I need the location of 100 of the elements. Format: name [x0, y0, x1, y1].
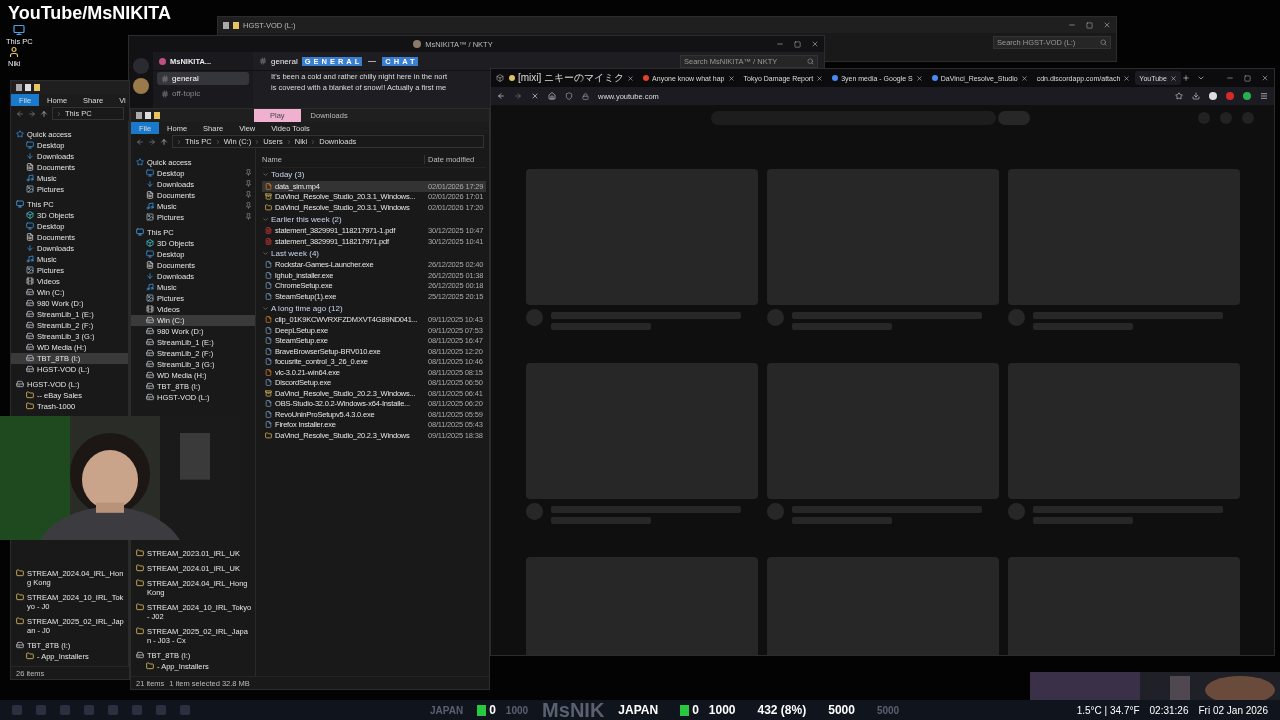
folder-icon [136, 579, 144, 587]
drive-icon [146, 371, 154, 379]
music-note-icon [146, 202, 154, 210]
monitor-icon [13, 24, 26, 36]
back-icon[interactable] [136, 137, 144, 146]
back-icon[interactable] [497, 92, 505, 100]
browser-tab[interactable]: [mixi] ニキーのマイミク [505, 71, 639, 85]
film-icon [26, 277, 34, 285]
folder-icon [265, 203, 272, 211]
maximize-icon[interactable] [1086, 21, 1093, 29]
close-tab-icon[interactable] [1123, 74, 1131, 82]
extension-icon[interactable] [1209, 92, 1217, 100]
overlay-text: 432 (8%) [757, 703, 807, 717]
download-icon[interactable] [1192, 92, 1200, 100]
up-icon[interactable] [40, 109, 48, 118]
overlay-text: 5000 [876, 704, 900, 716]
forward-icon[interactable] [148, 137, 156, 146]
drive-icon[interactable] [223, 21, 229, 29]
app-icon [265, 271, 272, 279]
maximize-icon[interactable] [1244, 74, 1251, 82]
chevron-icon [262, 215, 269, 223]
app-icon [265, 421, 272, 429]
music-note-icon [146, 283, 154, 291]
group-header[interactable]: A long time ago (12) [262, 301, 486, 315]
download-arrow-icon [26, 244, 34, 252]
monitor-icon [26, 222, 34, 230]
drive-icon [26, 288, 34, 296]
channel-item[interactable]: off-topic [157, 87, 249, 100]
pin-icon [245, 180, 252, 187]
channel-avatar-placeholder [1007, 309, 1025, 326]
channel-avatar-placeholder [766, 503, 784, 520]
close-tab-icon[interactable] [1169, 74, 1177, 82]
close-tab-icon[interactable] [816, 74, 824, 82]
maximize-icon[interactable] [794, 40, 801, 48]
minimize-icon[interactable] [1226, 74, 1234, 82]
monitor-icon [146, 169, 154, 177]
overlay-text: JAPAN [618, 703, 659, 717]
download-arrow-icon [26, 152, 34, 160]
minimize-icon[interactable] [776, 40, 784, 48]
hash-icon [161, 89, 169, 98]
k-logo-icon [680, 704, 690, 716]
channel-watermark-text: YouTube/MsNIKITA [8, 3, 171, 24]
chevron-icon [262, 171, 269, 178]
brand-text: MsNIK [542, 698, 605, 720]
app-icon [265, 347, 272, 355]
forward-icon[interactable] [28, 109, 36, 118]
stop-loading-icon[interactable] [531, 92, 539, 100]
folder-icon [265, 431, 272, 439]
archive-icon [265, 193, 272, 201]
overlay-text: 1000 [505, 704, 529, 716]
overlay-text: JAPAN [430, 704, 464, 716]
drive-icon [16, 641, 24, 649]
folder-icon[interactable] [233, 21, 239, 29]
group-header[interactable]: Last week (4) [262, 246, 486, 260]
channel-avatar-placeholder [525, 309, 543, 326]
shield-icon[interactable] [565, 92, 573, 100]
channel-avatar-placeholder [1007, 503, 1025, 520]
archive-icon [265, 389, 272, 397]
close-icon[interactable] [1103, 21, 1111, 29]
close-tab-icon[interactable] [1020, 74, 1028, 82]
close-icon[interactable] [1261, 74, 1269, 82]
tab-list-caret-icon[interactable] [1196, 74, 1205, 82]
search-icon [1100, 38, 1107, 46]
drive-icon [26, 365, 34, 373]
image-icon [146, 294, 154, 302]
search-button-placeholder [998, 111, 1030, 125]
group-header[interactable]: Today (3) [262, 168, 486, 181]
chevron-icon [56, 110, 62, 117]
extension-icon[interactable] [1243, 92, 1251, 100]
up-icon[interactable] [160, 137, 168, 146]
forward-icon[interactable] [514, 92, 522, 100]
drive-icon [146, 316, 154, 324]
user-folder-icon [8, 46, 21, 58]
menu-icon[interactable] [1260, 92, 1268, 100]
chevron-icon [176, 138, 182, 145]
new-tab-icon[interactable] [1181, 74, 1190, 82]
stat-text: 1.5°C | 34.7°F [1076, 704, 1140, 716]
close-icon[interactable] [811, 40, 819, 48]
close-tab-icon[interactable] [915, 74, 923, 82]
document-icon [146, 261, 154, 269]
tab-list-icon[interactable] [496, 74, 504, 82]
server-avatar-icon [159, 57, 166, 65]
minimize-icon[interactable] [1068, 21, 1076, 29]
folder-icon [16, 569, 24, 577]
channel-item[interactable]: general [157, 72, 249, 85]
monitor-icon [136, 228, 144, 236]
channel-avatar-placeholder [766, 309, 784, 326]
chevron-icon [262, 249, 269, 257]
bookmark-star-icon[interactable] [1175, 92, 1183, 100]
group-header[interactable]: Earlier this week (2) [262, 212, 486, 226]
stat-text: 02:31:26 [1149, 704, 1189, 716]
pin-icon [245, 202, 252, 209]
app-icon [265, 326, 272, 334]
back-icon[interactable] [16, 109, 24, 118]
close-tab-icon[interactable] [627, 74, 635, 82]
home-icon[interactable] [548, 92, 556, 100]
drive-icon [26, 354, 34, 362]
document-icon [26, 163, 34, 171]
server-icon[interactable] [133, 78, 149, 94]
close-tab-icon[interactable] [727, 74, 735, 82]
